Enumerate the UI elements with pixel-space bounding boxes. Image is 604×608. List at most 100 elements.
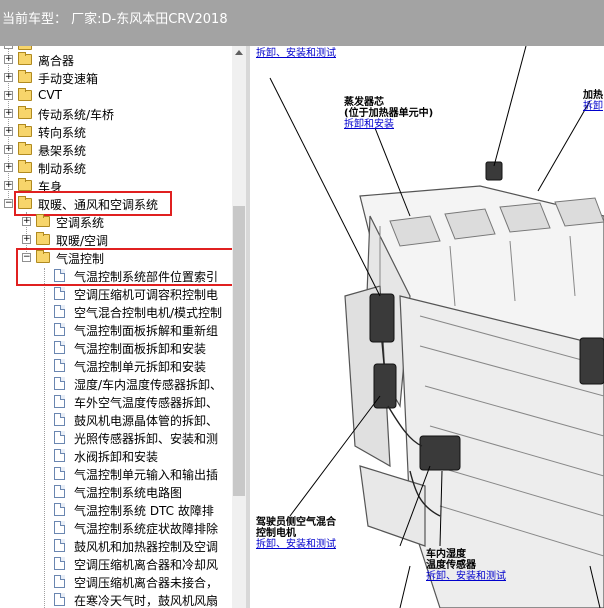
tree-item-folder[interactable]: + CVT (0, 87, 240, 105)
tree-item-label: 空调系统 (56, 216, 105, 230)
tree-item-document[interactable]: 空气混合控制电机/模式控制 (0, 303, 240, 321)
document-icon (54, 539, 65, 552)
evaporator-link[interactable]: 拆卸和安装 (344, 119, 433, 130)
tree-item-label: 空调压缩机可调容积控制电 (74, 288, 219, 302)
expand-icon[interactable]: + (4, 55, 13, 64)
tree-item-folder[interactable]: + 转向系统 (0, 123, 240, 141)
tree-item-document[interactable]: 空调压缩机可调容积控制电 (0, 285, 240, 303)
expand-icon[interactable]: + (22, 235, 31, 244)
document-icon (54, 287, 65, 300)
tree-item-folder[interactable]: + 取暖/空调 (0, 231, 240, 249)
navigation-tree[interactable]: + + 离合器 + 手动变速箱 + CVT + 传动系统/车桥 + 转向系统 +… (0, 46, 246, 608)
folder-icon (36, 214, 50, 227)
tree-item-document[interactable]: 湿度/车内温度传感器拆卸、 (0, 375, 240, 393)
tree-item-label: 空调压缩机离合器未接合， (74, 576, 219, 590)
tree-scrollbar[interactable] (232, 46, 246, 608)
tree-item-label: 离合器 (38, 54, 75, 68)
expand-icon[interactable]: + (22, 217, 31, 226)
tree-item-folder[interactable]: + 传动系统/车桥 (0, 105, 240, 123)
heater-title: 加热 (583, 90, 603, 101)
tree-item-label: 传动系统/车桥 (38, 108, 115, 122)
tree-item-folder[interactable]: + 手动变速箱 (0, 69, 240, 87)
tree-item-document[interactable]: 水阀拆卸和安装 (0, 447, 240, 465)
tree-item-document[interactable]: 空调压缩机离合器未接合， (0, 573, 240, 591)
folder-icon (18, 142, 32, 155)
tree-item-label: 在寒冷天气时，鼓风机风扇 (74, 594, 219, 608)
expand-icon[interactable]: + (4, 181, 13, 190)
evaporator-core-callout: 蒸发器芯 (位于加热器单元中) 拆卸和安装 (344, 97, 433, 130)
document-icon (54, 395, 65, 408)
tree-item-label: 湿度/车内温度传感器拆卸、 (74, 378, 223, 392)
document-icon (54, 431, 65, 444)
tree-item-folder[interactable]: + 悬架系统 (0, 141, 240, 159)
remove-install-test-link[interactable]: 拆卸、安装和测试 (256, 48, 336, 59)
top-left-callout[interactable]: 拆卸、安装和测试 (256, 48, 336, 59)
tree-item-label: 气温控制系统电路图 (74, 486, 183, 500)
document-icon (54, 449, 65, 462)
tree-item-label: 手动变速箱 (38, 72, 99, 86)
motor-title: 驾驶员侧空气混合 (256, 517, 336, 528)
sensor-title: 车内湿度 (426, 549, 466, 560)
document-icon (54, 377, 65, 390)
tree-item-document[interactable]: 气温控制单元输入和输出插 (0, 465, 240, 483)
scroll-thumb[interactable] (233, 206, 245, 496)
expand-icon[interactable]: + (4, 127, 13, 136)
tree-item-document[interactable]: 鼓风机电源晶体管的拆卸、 (0, 411, 240, 429)
heater-callout: 加热 拆卸 (583, 90, 603, 112)
expand-icon[interactable]: + (4, 46, 13, 49)
tree-item-document[interactable]: 鼓风机和加热器控制及空调 (0, 537, 240, 555)
folder-icon (18, 124, 32, 137)
expand-icon[interactable]: + (4, 73, 13, 82)
tree-item-label: CVT (38, 88, 62, 102)
document-icon (54, 323, 65, 336)
tree-item-document[interactable]: 气温控制系统电路图 (0, 483, 240, 501)
tree-item-label: 鼓风机和加热器控制及空调 (74, 540, 219, 554)
tree-item-document[interactable]: 气温控制系统 DTC 故障排 (0, 501, 240, 519)
folder-icon (18, 88, 32, 101)
tree-item-label: 车外空气温度传感器拆卸、 (74, 396, 219, 410)
tree-item-document[interactable]: 气温控制系统症状故障排除 (0, 519, 240, 537)
folder-icon (18, 46, 32, 50)
heater-link[interactable]: 拆卸 (583, 101, 603, 112)
tree-item-document[interactable]: 气温控制面板拆卸和安装 (0, 339, 240, 357)
tree-item-document[interactable]: 气温控制单元拆卸和安装 (0, 357, 240, 375)
tree-item-label: 悬架系统 (38, 144, 87, 158)
tree-item-document[interactable]: 空调压缩机离合器和冷却风 (0, 555, 240, 573)
expand-icon[interactable]: + (4, 163, 13, 172)
diagram-pane: 拆卸、安装和测试 蒸发器芯 (位于加热器单元中) 拆卸和安装 加热 拆卸 驾驶员… (250, 46, 604, 608)
scroll-up-icon[interactable] (232, 46, 246, 60)
air-mix-motor-callout: 驾驶员侧空气混合 控制电机 拆卸、安装和测试 (256, 517, 336, 550)
current-vehicle-label: 当前车型： 厂家:D-东风本田CRV2018 (2, 12, 228, 27)
document-icon (54, 521, 65, 534)
folder-icon (18, 178, 32, 191)
expand-icon[interactable]: + (4, 109, 13, 118)
folder-icon (36, 232, 50, 245)
tree-item-document[interactable]: 气温控制面板拆解和重新组 (0, 321, 240, 339)
document-icon (54, 305, 65, 318)
tree-item-document[interactable]: 光照传感器拆卸、安装和测 (0, 429, 240, 447)
evaporator-location: (位于加热器单元中) (344, 108, 434, 119)
tree-item-label: 制动系统 (38, 162, 87, 176)
collapse-icon[interactable]: − (4, 199, 13, 208)
motor-link[interactable]: 拆卸、安装和测试 (256, 539, 336, 550)
document-icon (54, 593, 65, 606)
document-icon (54, 341, 65, 354)
tree-item-label: 空气混合控制电机/模式控制 (74, 306, 223, 320)
tree-item-folder[interactable]: + 制动系统 (0, 159, 240, 177)
tree-item-label: 气温控制面板拆解和重新组 (74, 324, 219, 338)
folder-icon (18, 70, 32, 83)
tree-item-folder[interactable]: + 离合器 (0, 51, 240, 69)
tree-item-label: 气温控制系统 DTC 故障排 (74, 504, 214, 518)
tree-item-folder[interactable]: + 空调系统 (0, 213, 240, 231)
tree-item-document[interactable]: 车外空气温度传感器拆卸、 (0, 393, 240, 411)
sensor-subtitle: 温度传感器 (426, 560, 476, 571)
expand-icon[interactable]: + (4, 145, 13, 154)
sensor-link[interactable]: 拆卸、安装和测试 (426, 571, 506, 582)
folder-icon (18, 106, 32, 119)
tree-item-label: 水阀拆卸和安装 (74, 450, 159, 464)
document-icon (54, 359, 65, 372)
expand-icon[interactable]: + (4, 91, 13, 100)
document-icon (54, 557, 65, 570)
humidity-sensor-callout: 车内湿度 温度传感器 拆卸、安装和测试 (426, 549, 506, 582)
tree-item-document[interactable]: 在寒冷天气时，鼓风机风扇 (0, 591, 240, 608)
